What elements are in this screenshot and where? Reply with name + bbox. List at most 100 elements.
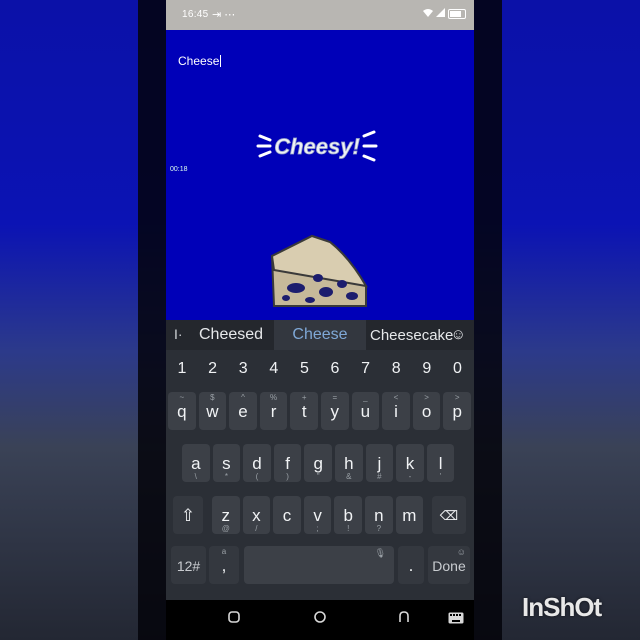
suggestion-2[interactable]: Cheese [274,320,366,350]
key-e[interactable]: ^ e [229,392,257,430]
key-alt-label: < [393,393,399,402]
key-label: t [301,402,307,421]
key-label: k [405,454,415,473]
key-b[interactable]: ! b [334,496,362,534]
cursor-control-icon[interactable]: I· [174,326,183,342]
number-key[interactable]: 2 [198,354,228,384]
number-key[interactable]: 3 [228,354,258,384]
text-field[interactable]: Cheese [178,54,222,68]
key-j[interactable]: # j [365,444,394,482]
key-u[interactable]: _ u [351,392,380,430]
suggestion-3[interactable]: Cheesecake [370,327,453,344]
key-label: u [360,402,371,421]
key-n[interactable]: ? n [365,496,393,534]
key-label: m [402,506,417,525]
blurred-background-left [0,0,166,640]
key-q[interactable]: ~ q [168,392,196,430]
key-label: v [313,506,322,525]
key-label: h [344,454,354,473]
key-label: q [177,402,187,421]
key-t[interactable]: + t [290,392,318,430]
key-w[interactable]: $ w [198,392,227,430]
shift-key[interactable]: ⇧ [173,496,203,534]
key-i[interactable]: < i [382,392,410,430]
number-key[interactable]: 8 [381,354,411,384]
number-key[interactable]: 4 [259,354,289,384]
key-row-1: ~ q $ w ^ e% r + t = y _ u < i > o > p [166,392,474,432]
key-label: p [452,402,462,421]
key-p[interactable]: > p [443,392,471,430]
key-row-2: \ a * s(d) f " g & h # j - k ' l [166,444,474,484]
key-x[interactable]: / x [242,496,271,534]
status-icons [423,8,466,20]
symbols-key[interactable]: 12# [171,546,206,584]
key-v[interactable]: ; v [303,496,332,534]
key-alt-label: > [454,393,460,402]
key-label: f [285,454,290,473]
back-icon[interactable] [394,610,414,630]
home-icon[interactable] [310,610,330,630]
key-alt-label: + [301,393,307,402]
mic-icon: 🎙 [374,548,386,558]
key-alt-label: % [270,393,278,402]
number-key[interactable]: 7 [351,354,381,384]
key-label: c [282,506,292,525]
key-r[interactable]: % r [259,392,288,430]
number-key[interactable]: 6 [320,354,350,384]
number-row: 1234567890 [166,354,474,384]
key-m[interactable]: m [395,496,424,534]
key-c[interactable]: c [273,496,301,534]
backspace-key[interactable]: ⌫ [432,496,466,534]
key-label: x [252,506,261,525]
key-label: w [206,402,219,421]
editor-canvas[interactable]: Cheese 00:18 Cheesy! [166,30,474,320]
keyboard-icon[interactable] [446,610,466,630]
text-cursor [220,55,222,67]
navigation-bar [166,600,474,640]
blurred-background-right [474,0,640,640]
keyboard: I· Cheesed Cheese Cheesecake ☺ 123456789… [166,320,474,600]
key-label: d [252,454,262,473]
emoji-icon[interactable]: ☺ [451,326,466,343]
comma-key[interactable]: a , [209,546,239,584]
done-key[interactable]: ☺ Done [428,546,470,584]
key-d[interactable]: (d [243,444,271,482]
key-z[interactable]: @ z [212,496,240,534]
number-key[interactable]: 0 [442,354,472,384]
key-k[interactable]: -k [396,444,424,482]
key-label: e [238,402,248,421]
period-key[interactable]: . [398,546,424,584]
key-f[interactable]: ) f [273,444,302,482]
shift-icon: ⇧ [180,506,196,525]
recents-icon[interactable] [224,610,244,630]
number-key[interactable]: 1 [167,354,197,384]
key-o[interactable]: > o [412,392,441,430]
key-l[interactable]: ' l [426,444,455,482]
key-label: j [377,454,382,473]
suggestion-1[interactable]: Cheesed [199,326,263,344]
timer-label: 00:18 [170,166,188,173]
inshot-watermark: InShOt [522,592,602,622]
key-g[interactable]: " g [304,444,332,482]
key-s[interactable]: * s [212,444,241,482]
key-row-3: ⇧ ⌫ @ z / x c ; v! b? n m [166,496,474,536]
key-row-4: 12# a , 🎙 . ☺ Done [166,546,474,586]
key-label: y [330,402,340,421]
key-label: r [270,402,277,421]
number-key[interactable]: 9 [412,354,442,384]
key-label: o [421,402,432,421]
key-alt-label: ~ [179,393,185,402]
key-y[interactable]: = y [321,392,349,430]
key-a[interactable]: \ a [182,444,210,482]
key-label: a [191,454,201,473]
suggestion-bar: I· Cheesed Cheese Cheesecake ☺ [166,320,474,350]
phone-screen: 16:45 ⇥ ⋯ Cheese 00:18 Cheesy! I· Cheese… [166,0,474,640]
key-label: g [313,454,323,473]
key-label: l [438,454,443,473]
space-key[interactable]: 🎙 [244,546,394,584]
battery-icon [448,9,466,19]
cheesy-sticker[interactable]: Cheesy! [256,122,378,170]
number-key[interactable]: 5 [289,354,319,384]
cheese-sticker[interactable] [266,230,370,312]
key-h[interactable]: & h [335,444,363,482]
